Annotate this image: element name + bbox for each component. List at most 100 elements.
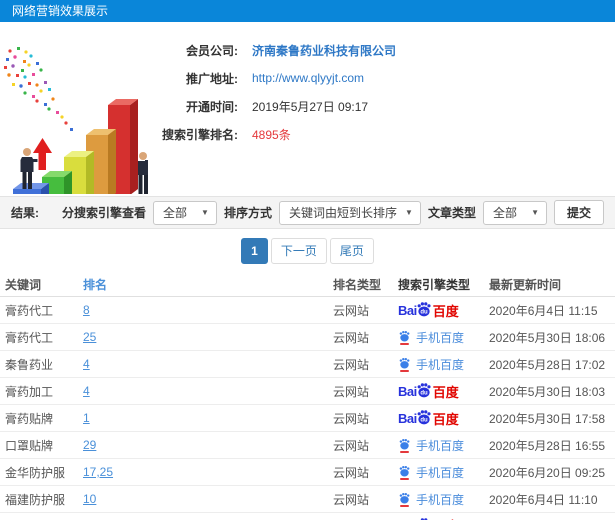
open-time-label: 开通时间: bbox=[186, 99, 238, 114]
mobile-baidu-label: 手机百度 bbox=[416, 330, 465, 345]
rank-link[interactable]: 8 bbox=[83, 303, 333, 317]
last-page-button[interactable]: 尾页 bbox=[329, 237, 374, 264]
rank-type-cell: 云网站 bbox=[333, 330, 370, 345]
rank-type-cell: 云网站 bbox=[333, 492, 370, 507]
mobile-baidu-paw-icon bbox=[398, 330, 411, 345]
rank-link[interactable]: 10 bbox=[83, 492, 333, 506]
baidu-logo: Bai du 百度 bbox=[398, 301, 459, 320]
keyword-cell: 膏药代工 bbox=[5, 330, 54, 345]
keyword-cell: 膏药代工 bbox=[5, 303, 54, 318]
rank-link[interactable]: 4 bbox=[83, 357, 333, 371]
baidu-logo-cn: 百度 bbox=[432, 411, 459, 427]
rank-link[interactable]: 29 bbox=[83, 438, 333, 452]
table-row: 膏药贴牌 1 云网站 Bai du 百度 2020年5月30日 17:58 bbox=[0, 405, 615, 432]
baidu-paw-icon: du bbox=[417, 383, 431, 398]
svg-text:du: du bbox=[420, 309, 428, 315]
rank-type-cell: 云网站 bbox=[333, 465, 370, 480]
member-info-section: 会员公司: 济南秦鲁药业科技有限公司 推广地址: http://www.qlyy… bbox=[0, 22, 615, 221]
baidu-logo: Bai 百度 bbox=[398, 516, 459, 520]
rank-type-cell: 云网站 bbox=[333, 357, 370, 372]
updated-cell: 2020年5月30日 18:06 bbox=[489, 330, 606, 345]
rank-count-label: 搜索引擎排名: bbox=[162, 127, 238, 142]
engine-cell: 手机百度 bbox=[398, 437, 489, 454]
header-rank-type: 排名类型 bbox=[333, 277, 382, 292]
info-row-rank-count: 搜索引擎排名: 4895条 bbox=[152, 120, 396, 148]
promo-url-link[interactable]: http://www.qlyyjt.com bbox=[252, 71, 364, 85]
engine-filter-select[interactable]: 全部 ▼ bbox=[152, 200, 217, 225]
keyword-cell: 膏药贴牌 bbox=[5, 411, 54, 426]
page-title: 网络营销效果展示 bbox=[12, 4, 109, 18]
sort-label: 排序方式 bbox=[223, 206, 272, 220]
mobile-baidu-label: 手机百度 bbox=[416, 438, 465, 453]
keyword-rank-table: 关键词 排名 排名类型 搜索引擎类型 最新更新时间 膏药代工 8 云网站 Bai… bbox=[0, 272, 615, 520]
keyword-cell: 秦鲁药业 bbox=[5, 357, 54, 372]
keyword-cell: 口罩贴牌 bbox=[5, 438, 54, 453]
rank-type-cell: 云网站 bbox=[333, 303, 370, 318]
header-engine: 搜索引擎类型 bbox=[398, 277, 471, 292]
businessman-right bbox=[138, 152, 148, 203]
rank-type-cell: 云网站 bbox=[333, 438, 370, 453]
page-number-current[interactable]: 1 bbox=[241, 237, 268, 264]
svg-text:du: du bbox=[420, 390, 428, 396]
table-row: 金华防护服 17,25 云网站 手机百度 2020年6月20日 09:25 bbox=[0, 459, 615, 486]
submit-button[interactable]: 提交 bbox=[553, 200, 604, 225]
table-row: 口罩贴牌 29 云网站 手机百度 2020年5月28日 16:55 bbox=[0, 432, 615, 459]
engine-cell: Bai du 百度 bbox=[398, 382, 489, 401]
sort-select[interactable]: 关键词由短到长排序 ▼ bbox=[278, 200, 421, 225]
baidu-logo-bai: Bai bbox=[398, 383, 417, 399]
mobile-baidu-label: 手机百度 bbox=[416, 357, 465, 372]
info-row-open-time: 开通时间: 2019年5月27日 09:17 bbox=[152, 92, 396, 120]
updated-cell: 2020年6月4日 11:10 bbox=[489, 492, 598, 507]
mobile-baidu-label: 手机百度 bbox=[416, 465, 465, 480]
header-rank: 排名 bbox=[83, 277, 108, 292]
baidu-paw-icon: du bbox=[417, 410, 431, 425]
rank-count-value: 4895条 bbox=[252, 127, 291, 142]
header-keyword: 关键词 bbox=[5, 277, 42, 292]
article-type-select[interactable]: 全部 ▼ bbox=[482, 200, 547, 225]
mobile-baidu-logo: 手机百度 bbox=[398, 329, 464, 346]
engine-filter-label: 分搜索引擎查看 bbox=[61, 206, 146, 220]
next-page-button[interactable]: 下一页 bbox=[270, 237, 327, 264]
baidu-logo-bai: Bai bbox=[398, 410, 417, 426]
updated-cell: 2020年6月20日 09:25 bbox=[489, 465, 606, 480]
mobile-baidu-label: 手机百度 bbox=[416, 492, 465, 507]
rank-link[interactable]: 25 bbox=[83, 330, 333, 344]
result-section-label: 结果: bbox=[11, 206, 39, 220]
table-row: 秦鲁药业 4 云网站 手机百度 2020年5月28日 17:02 bbox=[0, 351, 615, 378]
company-label: 会员公司: bbox=[186, 43, 238, 58]
rank-type-cell: 云网站 bbox=[333, 411, 370, 426]
info-row-company: 会员公司: 济南秦鲁药业科技有限公司 bbox=[152, 36, 396, 64]
mobile-baidu-paw-icon bbox=[398, 357, 411, 372]
table-row: 膏药加工 4 云网站 Bai du 百度 2020年5月30日 18:03 bbox=[0, 378, 615, 405]
mobile-baidu-paw-icon bbox=[398, 465, 411, 480]
filter-bar: 结果: 分搜索引擎查看 全部 ▼ 排序方式 关键词由短到长排序 ▼ 文章类型 全… bbox=[0, 196, 615, 229]
confetti-dots bbox=[4, 47, 73, 131]
chevron-down-icon: ▼ bbox=[531, 208, 539, 217]
rank-link[interactable]: 17,25 bbox=[83, 465, 333, 479]
table-row-partial: Bai 百度 bbox=[0, 513, 615, 520]
engine-cell: 手机百度 bbox=[398, 464, 489, 481]
baidu-logo-cn: 百度 bbox=[432, 303, 459, 319]
keyword-cell: 膏药加工 bbox=[5, 384, 54, 399]
engine-cell: Bai 百度 bbox=[398, 513, 489, 520]
baidu-logo-cn: 百度 bbox=[432, 384, 459, 400]
header-updated: 最新更新时间 bbox=[489, 277, 562, 292]
engine-filter-selected: 全部 bbox=[162, 206, 187, 220]
engine-cell: 手机百度 bbox=[398, 356, 489, 373]
keyword-cell: 福建防护服 bbox=[5, 492, 66, 507]
company-name-link[interactable]: 济南秦鲁药业科技有限公司 bbox=[252, 42, 396, 59]
rank-link[interactable]: 4 bbox=[83, 384, 333, 398]
rank-link[interactable]: 1 bbox=[83, 411, 333, 425]
mobile-baidu-logo: 手机百度 bbox=[398, 356, 464, 373]
mobile-baidu-logo: 手机百度 bbox=[398, 491, 464, 508]
mobile-baidu-logo: 手机百度 bbox=[398, 437, 464, 454]
updated-cell: 2020年5月28日 17:02 bbox=[489, 357, 606, 372]
growth-arrow bbox=[33, 138, 52, 170]
pagination: 1 下一页 尾页 bbox=[0, 229, 615, 272]
article-type-label: 文章类型 bbox=[427, 206, 476, 220]
info-row-url: 推广地址: http://www.qlyyjt.com bbox=[152, 64, 396, 92]
sort-selected: 关键词由短到长排序 bbox=[288, 206, 397, 220]
chevron-down-icon: ▼ bbox=[405, 208, 413, 217]
window-titlebar: 网络营销效果展示 bbox=[0, 0, 615, 22]
keyword-cell: 金华防护服 bbox=[5, 465, 66, 480]
